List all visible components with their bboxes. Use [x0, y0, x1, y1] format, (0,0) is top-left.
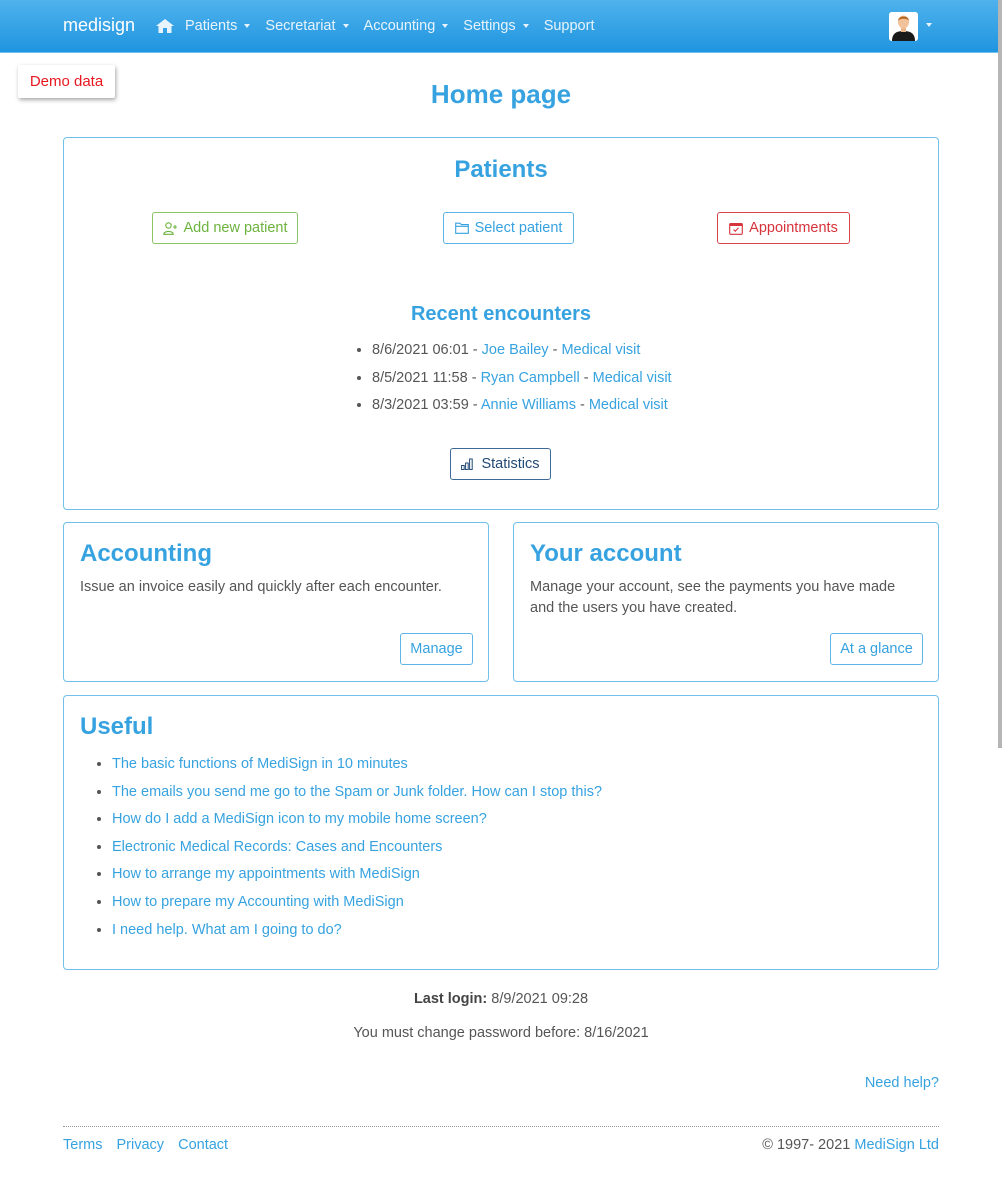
encounter-patient-link[interactable]: Annie Williams: [481, 397, 576, 413]
separator: -: [548, 342, 562, 358]
nav-accounting-label: Accounting: [363, 18, 436, 34]
nav-support-label: Support: [543, 18, 595, 34]
nav-patients-label: Patients: [185, 18, 238, 34]
useful-link[interactable]: I need help. What am I going to do?: [112, 922, 342, 938]
caret-down-icon: [926, 22, 932, 27]
separator: -: [467, 369, 481, 386]
statistics-label: Statistics: [481, 456, 540, 472]
separator: -: [575, 397, 589, 414]
useful-link[interactable]: The basic functions of MediSign in 10 mi…: [112, 756, 408, 772]
copyright: © 1997- 2021 MediSign Ltd: [762, 1137, 939, 1153]
separator: -: [468, 342, 482, 358]
home-icon[interactable]: [156, 19, 174, 33]
encounter-datetime: 8/3/2021 03:59: [372, 397, 469, 414]
scrollbar[interactable]: [998, 0, 1002, 748]
nav-patients[interactable]: Patients: [185, 18, 251, 34]
useful-list-item: How to prepare my Accounting with MediSi…: [112, 892, 602, 920]
encounter-item: 8/6/2021 06:01 - Joe Bailey - Medical vi…: [372, 340, 672, 368]
last-login-value: 8/9/2021 09:28: [491, 991, 589, 1007]
useful-list-item: The emails you send me go to the Spam or…: [112, 782, 602, 810]
company-link[interactable]: MediSign Ltd: [854, 1137, 939, 1153]
select-patient-button[interactable]: Select patient: [443, 212, 574, 244]
caret-down-icon: [442, 24, 449, 28]
your-account-card: Your account Manage your account, see th…: [513, 522, 939, 682]
encounter-datetime: 8/6/2021 06:01: [372, 342, 469, 358]
brand-logo[interactable]: medisign: [63, 15, 135, 36]
appointments-button[interactable]: Appointments: [717, 212, 850, 244]
last-login: Last login: 8/9/2021 09:28: [0, 991, 1002, 1007]
patients-card: Patients Add new patient Select patient …: [63, 137, 939, 510]
accounting-description: Issue an invoice easily and quickly afte…: [80, 579, 442, 595]
useful-list-item: The basic functions of MediSign in 10 mi…: [112, 754, 602, 782]
calendar-check-icon: [729, 222, 744, 235]
useful-card: Useful The basic functions of MediSign i…: [63, 695, 939, 970]
page-title: Home page: [430, 79, 572, 109]
nav-secretariat-label: Secretariat: [265, 18, 336, 34]
statistics-button[interactable]: Statistics: [450, 448, 551, 480]
caret-down-icon: [244, 24, 251, 28]
copyright-text: © 1997- 2021: [762, 1137, 855, 1153]
useful-list-item: Electronic Medical Records: Cases and En…: [112, 837, 602, 865]
add-new-patient-label: Add new patient: [183, 220, 288, 236]
separator: -: [579, 369, 593, 386]
password-notice: You must change password before: 8/16/20…: [353, 1025, 649, 1041]
user-plus-icon: [162, 221, 177, 235]
encounter-item: 8/5/2021 11:58 - Ryan Campbell - Medical…: [372, 368, 672, 396]
last-login-label: Last login:: [413, 991, 488, 1007]
useful-link[interactable]: How do I add a MediSign icon to my mobil…: [112, 811, 487, 827]
add-new-patient-button[interactable]: Add new patient: [152, 212, 298, 244]
useful-list-item: How do I add a MediSign icon to my mobil…: [112, 809, 602, 837]
encounter-type-link[interactable]: Medical visit: [589, 397, 668, 413]
encounter-patient-link[interactable]: Ryan Campbell: [481, 370, 580, 386]
encounter-datetime: 8/5/2021 11:58: [372, 369, 468, 386]
footer-divider: [63, 1126, 939, 1127]
bar-chart-icon: [461, 458, 474, 470]
patients-title: Patients: [454, 156, 548, 183]
useful-link[interactable]: How to arrange my appointments with Medi…: [112, 866, 420, 882]
encounter-type-link[interactable]: Medical visit: [593, 370, 672, 386]
appointments-label: Appointments: [749, 220, 838, 236]
terms-link[interactable]: Terms: [63, 1137, 102, 1153]
manage-button[interactable]: Manage: [400, 633, 473, 665]
caret-down-icon: [522, 24, 529, 28]
recent-encounters-title: Recent encounters: [410, 303, 592, 325]
main-nav: Patients Secretariat Accounting Settings…: [156, 18, 609, 34]
caret-down-icon: [342, 24, 349, 28]
useful-link[interactable]: How to prepare my Accounting with MediSi…: [112, 894, 404, 910]
user-menu[interactable]: [889, 12, 932, 41]
user-avatar-icon: [889, 12, 918, 41]
folder-icon: [454, 222, 469, 234]
need-help-link[interactable]: Need help?: [865, 1075, 939, 1091]
nav-secretariat[interactable]: Secretariat: [265, 18, 349, 34]
nav-accounting[interactable]: Accounting: [364, 18, 449, 34]
encounter-patient-link[interactable]: Joe Bailey: [482, 342, 549, 358]
useful-link[interactable]: Electronic Medical Records: Cases and En…: [112, 839, 442, 855]
separator: -: [468, 397, 481, 414]
footer-links: Terms Privacy Contact: [63, 1137, 238, 1153]
accounting-title: Accounting: [80, 540, 212, 567]
useful-list-item: I need help. What am I going to do?: [112, 920, 602, 948]
contact-link[interactable]: Contact: [178, 1137, 228, 1153]
accounting-card: Accounting Issue an invoice easily and q…: [63, 522, 489, 682]
nav-support[interactable]: Support: [544, 18, 595, 34]
at-a-glance-button[interactable]: At a glance: [830, 633, 923, 665]
useful-title: Useful: [80, 713, 154, 740]
your-account-description: Manage your account, see the payments yo…: [530, 579, 896, 616]
nav-settings[interactable]: Settings: [463, 18, 529, 34]
useful-link[interactable]: The emails you send me go to the Spam or…: [112, 784, 602, 800]
recent-encounters-list: 8/6/2021 06:01 - Joe Bailey - Medical vi…: [354, 340, 672, 423]
privacy-link[interactable]: Privacy: [117, 1137, 165, 1153]
encounter-type-link[interactable]: Medical visit: [561, 342, 640, 358]
select-patient-label: Select patient: [474, 220, 563, 236]
useful-list-item: How to arrange my appointments with Medi…: [112, 864, 602, 892]
top-navbar: medisign Patients Secretariat Accounting…: [0, 0, 1002, 53]
nav-settings-label: Settings: [463, 18, 516, 34]
your-account-title: Your account: [530, 540, 682, 567]
encounter-item: 8/3/2021 03:59 - Annie Williams - Medica…: [372, 395, 672, 423]
useful-links-list: The basic functions of MediSign in 10 mi…: [94, 754, 602, 947]
